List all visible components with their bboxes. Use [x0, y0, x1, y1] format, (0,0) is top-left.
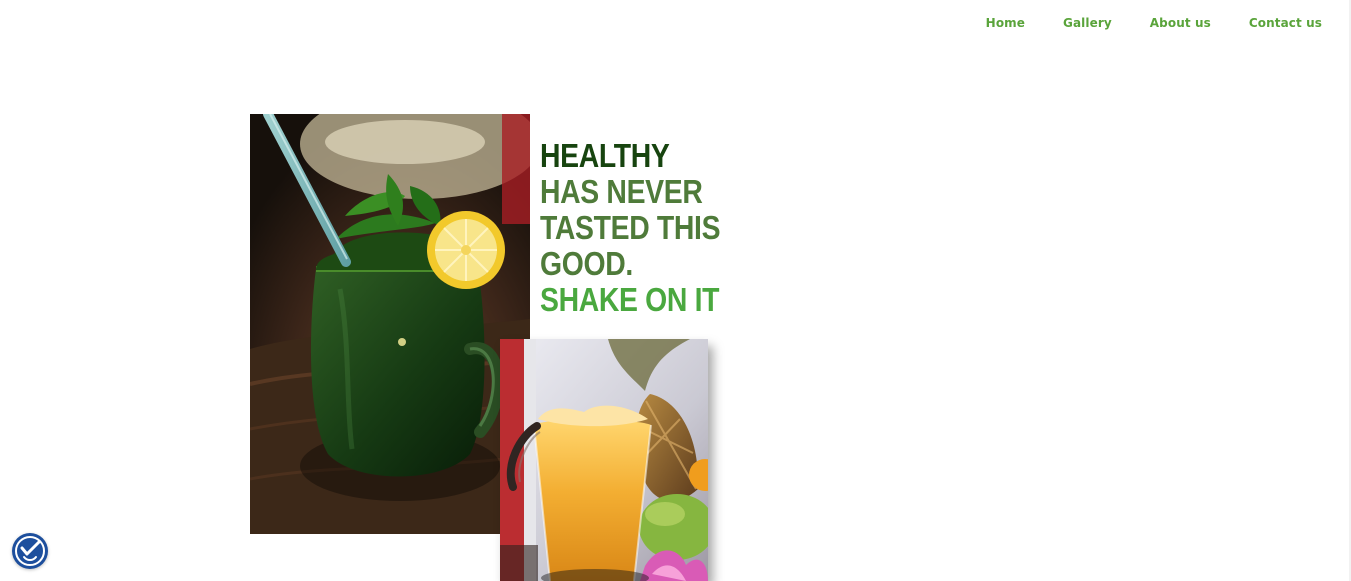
orange-juice-image [500, 339, 708, 581]
headline-line-tasted-this: TASTED THIS [540, 209, 721, 246]
headline-line-shake-on-it: SHAKE ON IT [540, 281, 720, 318]
hero-headline: HEALTHY HAS NEVER TASTED THIS GOOD. SHAK… [540, 137, 721, 318]
nav-about-us-link[interactable]: About us [1150, 14, 1211, 32]
green-smoothie-image [250, 114, 530, 534]
headline-line-healthy: HEALTHY [540, 137, 670, 174]
orange-juice-photo [500, 339, 708, 581]
nav-contact-us-link[interactable]: Contact us [1249, 14, 1322, 32]
main-navigation: Home Gallery About us Contact us [986, 14, 1322, 32]
green-smoothie-photo [250, 114, 530, 534]
nav-gallery-link[interactable]: Gallery [1063, 14, 1112, 32]
accessibility-icon [15, 536, 45, 566]
nav-home-link[interactable]: Home [986, 14, 1025, 32]
landing-page: Home Gallery About us Contact us HEALTHY… [0, 0, 1351, 581]
headline-line-has-never: HAS NEVER [540, 173, 703, 210]
accessibility-button[interactable] [12, 533, 48, 569]
headline-line-good: GOOD. [540, 245, 633, 282]
